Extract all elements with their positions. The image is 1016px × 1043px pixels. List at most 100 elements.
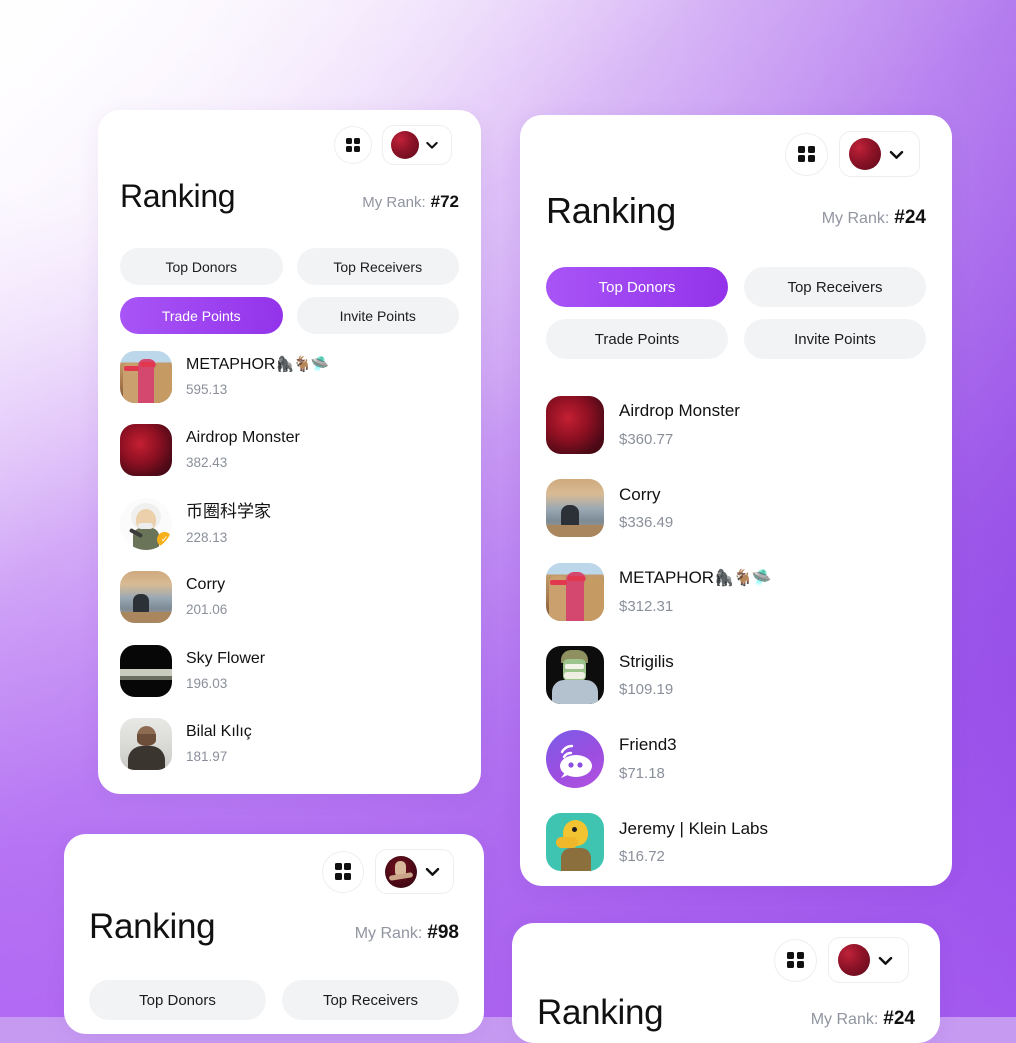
grid-icon-button[interactable] xyxy=(322,850,364,893)
grid-icon-button[interactable] xyxy=(774,938,817,982)
list-item-name: Jeremy | Klein Labs xyxy=(619,818,768,838)
grid-icon-button[interactable] xyxy=(785,132,828,176)
list-item[interactable]: METAPHOR🦍🐐🛸 $312.31 xyxy=(520,550,952,634)
filter-tabs: Top Donors Top Receivers Trade Points In… xyxy=(546,267,926,359)
list-item-text: 币圈科学家 228.13 xyxy=(186,501,271,546)
list-item-name: Friend3 xyxy=(619,735,677,755)
header-controls xyxy=(785,131,920,177)
list-item-text: Corry 201.06 xyxy=(186,575,227,619)
tab-top-donors[interactable]: Top Donors xyxy=(89,980,266,1020)
my-rank-value: #24 xyxy=(883,1008,915,1029)
list-item-name: Corry xyxy=(619,484,661,504)
title-row: Ranking My Rank: #72 xyxy=(120,180,459,212)
list-item-score: $71.18 xyxy=(619,764,665,782)
list-item-score: 181.97 xyxy=(186,749,228,765)
list-item-text: Friend3 $71.18 xyxy=(619,734,677,783)
list-item-name: 币圈科学家 xyxy=(186,502,271,522)
apes-avatar xyxy=(120,350,172,403)
account-avatar xyxy=(849,138,881,170)
grid-icon xyxy=(334,863,352,880)
tab-top-donors[interactable]: Top Donors xyxy=(546,267,728,307)
ranking-card-top-right: Ranking My Rank: #24 Top Donors Top Rece… xyxy=(520,115,952,886)
list-item-score: $109.19 xyxy=(619,681,674,699)
tab-top-receivers[interactable]: Top Receivers xyxy=(282,980,459,1020)
list-item[interactable]: Bilal Kılıç 181.97 xyxy=(98,708,481,782)
title-row: Ranking My Rank: #98 xyxy=(89,909,459,944)
red-monster-avatar xyxy=(120,424,172,477)
chevron-down-icon xyxy=(425,867,440,876)
list-item[interactable]: ✓ 币圈科学家 228.13 xyxy=(98,487,481,561)
name-emoji: 🦍🐐🛸 xyxy=(275,355,329,373)
list-item-score: 228.13 xyxy=(186,529,228,545)
grid-icon xyxy=(798,145,815,163)
photographer-avatar xyxy=(546,479,604,538)
man-photo-avatar xyxy=(120,718,172,771)
einstein-avatar: ✓ xyxy=(120,497,172,550)
my-rank-label: My Rank: xyxy=(821,210,890,227)
my-rank-value: #72 xyxy=(430,192,459,211)
tab-invite-points[interactable]: Invite Points xyxy=(296,297,459,334)
my-rank-value: #24 xyxy=(894,207,926,228)
list-item-score: $336.49 xyxy=(619,514,674,532)
list-item-score: 201.06 xyxy=(186,602,228,618)
account-dropdown-button[interactable] xyxy=(839,131,920,177)
list-item-text: Airdrop Monster 382.43 xyxy=(186,428,300,472)
chevron-down-icon xyxy=(878,956,893,965)
dark-landscape-avatar xyxy=(120,644,172,697)
account-avatar xyxy=(391,131,419,159)
filter-tabs: Top Donors Top Receivers xyxy=(89,980,459,1020)
title-row: Ranking My Rank: #24 xyxy=(537,995,915,1030)
my-rank-label: My Rank: xyxy=(354,925,423,942)
my-rank-label: My Rank: xyxy=(810,1011,879,1028)
list-item-text: Sky Flower 196.03 xyxy=(186,649,265,693)
ranking-list: METAPHOR🦍🐐🛸 595.13 Airdrop Monster 382.4… xyxy=(98,340,481,781)
ranking-card-bottom-right: Ranking My Rank: #24 xyxy=(512,923,940,1043)
header-controls xyxy=(334,125,452,165)
red-monster-avatar xyxy=(546,395,604,454)
list-item-text: Corry $336.49 xyxy=(619,484,673,533)
list-item[interactable]: Strigilis $109.19 xyxy=(520,634,952,718)
header-controls xyxy=(322,849,454,894)
cartoon-green-avatar xyxy=(546,646,604,705)
list-item-text: Strigilis $109.19 xyxy=(619,651,674,700)
chevron-down-icon xyxy=(889,150,904,159)
list-item[interactable]: Sky Flower 196.03 xyxy=(98,634,481,708)
list-item[interactable]: Airdrop Monster 382.43 xyxy=(98,414,481,488)
list-item-score: $16.72 xyxy=(619,848,665,866)
list-item[interactable]: Corry $336.49 xyxy=(520,467,952,551)
my-rank-label: My Rank: xyxy=(362,194,426,211)
list-item-name: METAPHOR🦍🐐🛸 xyxy=(619,568,772,587)
account-avatar xyxy=(838,944,870,976)
tab-trade-points[interactable]: Trade Points xyxy=(546,319,728,359)
header-controls xyxy=(774,937,909,983)
account-dropdown-button[interactable] xyxy=(828,937,909,983)
list-item-text: Jeremy | Klein Labs $16.72 xyxy=(619,818,768,867)
list-item[interactable]: Jeremy | Klein Labs $16.72 xyxy=(520,801,952,885)
tab-top-receivers[interactable]: Top Receivers xyxy=(296,248,459,285)
grid-icon-button[interactable] xyxy=(334,126,372,164)
grid-icon xyxy=(345,137,361,153)
list-item-name: Airdrop Monster xyxy=(186,429,300,447)
list-item[interactable]: Friend3 $71.18 xyxy=(520,717,952,801)
my-rank: My Rank: #98 xyxy=(355,922,459,944)
my-rank: My Rank: #24 xyxy=(811,1008,915,1030)
list-item-text: Airdrop Monster $360.77 xyxy=(619,400,740,449)
account-dropdown-button[interactable] xyxy=(375,849,454,894)
tab-trade-points[interactable]: Trade Points xyxy=(120,297,283,334)
page-title: Ranking xyxy=(537,993,664,1032)
tab-top-donors[interactable]: Top Donors xyxy=(120,248,283,285)
account-dropdown-button[interactable] xyxy=(382,125,452,165)
list-item-name: METAPHOR🦍🐐🛸 xyxy=(186,355,330,373)
list-item[interactable]: Airdrop Monster $360.77 xyxy=(520,383,952,467)
my-rank: My Rank: #24 xyxy=(822,207,926,229)
chevron-down-icon xyxy=(426,141,438,149)
title-row: Ranking My Rank: #24 xyxy=(546,193,926,229)
list-item[interactable]: Corry 201.06 xyxy=(98,561,481,635)
tab-top-receivers[interactable]: Top Receivers xyxy=(744,267,926,307)
list-item[interactable]: METAPHOR🦍🐐🛸 595.13 xyxy=(98,340,481,414)
list-item-score: $360.77 xyxy=(619,430,674,448)
tab-invite-points[interactable]: Invite Points xyxy=(744,319,926,359)
verified-badge: ✓ xyxy=(157,531,172,547)
list-item-score: 382.43 xyxy=(186,455,228,471)
list-item-score: 196.03 xyxy=(186,675,228,691)
